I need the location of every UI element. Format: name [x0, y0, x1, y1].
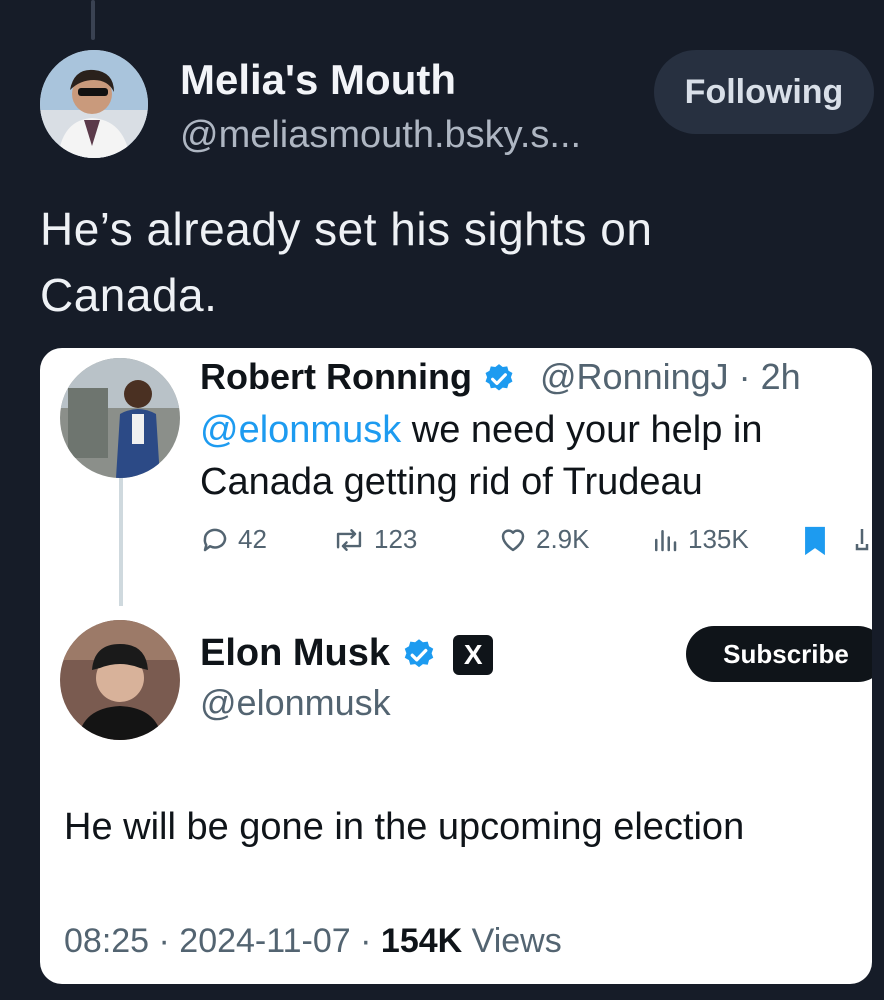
author-avatar[interactable] — [40, 50, 148, 158]
reply-thread-line — [119, 478, 123, 606]
tweet-text: He will be gone in the upcoming election — [64, 806, 745, 848]
verified-badge-icon — [404, 639, 433, 668]
thread-connector-line — [91, 0, 95, 40]
bookmark-action — [800, 524, 838, 558]
following-button[interactable]: Following — [654, 50, 874, 134]
share-action — [852, 524, 872, 554]
heart-icon — [501, 528, 525, 551]
like-count: 2.9K — [536, 524, 590, 554]
tweet-views-count: 154K — [380, 922, 463, 960]
embedded-screenshot[interactable]: Robert Ronning @RonningJ · 2h @elonmusk … — [40, 348, 872, 984]
tweet-author-name: Elon Musk X — [200, 632, 494, 675]
x-affiliation-icon: X — [453, 634, 494, 675]
reply-author-name-text: Robert Ronning — [200, 356, 472, 397]
avatar-image — [40, 50, 148, 158]
author-handle[interactable]: @meliasmouth.bsky.s... — [180, 114, 581, 157]
repost-icon — [336, 528, 362, 551]
tweet-author-handle: @elonmusk — [200, 682, 391, 723]
views-count: 135K — [688, 524, 749, 554]
verified-badge-icon — [485, 364, 513, 391]
reply-icon — [203, 528, 227, 551]
tweet-author-name-text: Elon Musk — [200, 632, 391, 674]
reply-count: 42 — [238, 524, 267, 554]
elon-musk-avatar — [60, 620, 180, 740]
author-name[interactable]: Melia's Mouth — [180, 56, 456, 104]
subscribe-button: Subscribe — [686, 626, 872, 682]
tweet-meta: 08:25 · 2024-11-07 · 154K Views — [64, 922, 562, 961]
bookmark-icon — [805, 526, 825, 556]
mention-link: @elonmusk — [200, 409, 402, 451]
share-icon — [855, 529, 869, 551]
tweet-views-label: Views — [462, 922, 562, 960]
reply-author-name: Robert Ronning — [200, 356, 516, 398]
reply-author-handle: @RonningJ · 2h — [540, 356, 801, 397]
repost-count: 123 — [374, 524, 418, 554]
post-text: He’s already set his sights on Canada. — [40, 203, 653, 321]
repost-count-action: 123 — [332, 524, 417, 555]
reply-action-bar: 42 123 2.9K 135K — [200, 524, 872, 564]
robert-ronning-avatar — [60, 358, 180, 478]
analytics-bar-icon — [655, 529, 677, 551]
reply-count-action: 42 — [200, 524, 267, 555]
like-count-action: 2.9K — [498, 524, 590, 555]
tweet-timestamp: 08:25 · 2024-11-07 · — [64, 922, 381, 960]
reply-text: @elonmusk we need your help in Canada ge… — [200, 404, 860, 508]
views-count-action: 135K — [650, 524, 749, 555]
